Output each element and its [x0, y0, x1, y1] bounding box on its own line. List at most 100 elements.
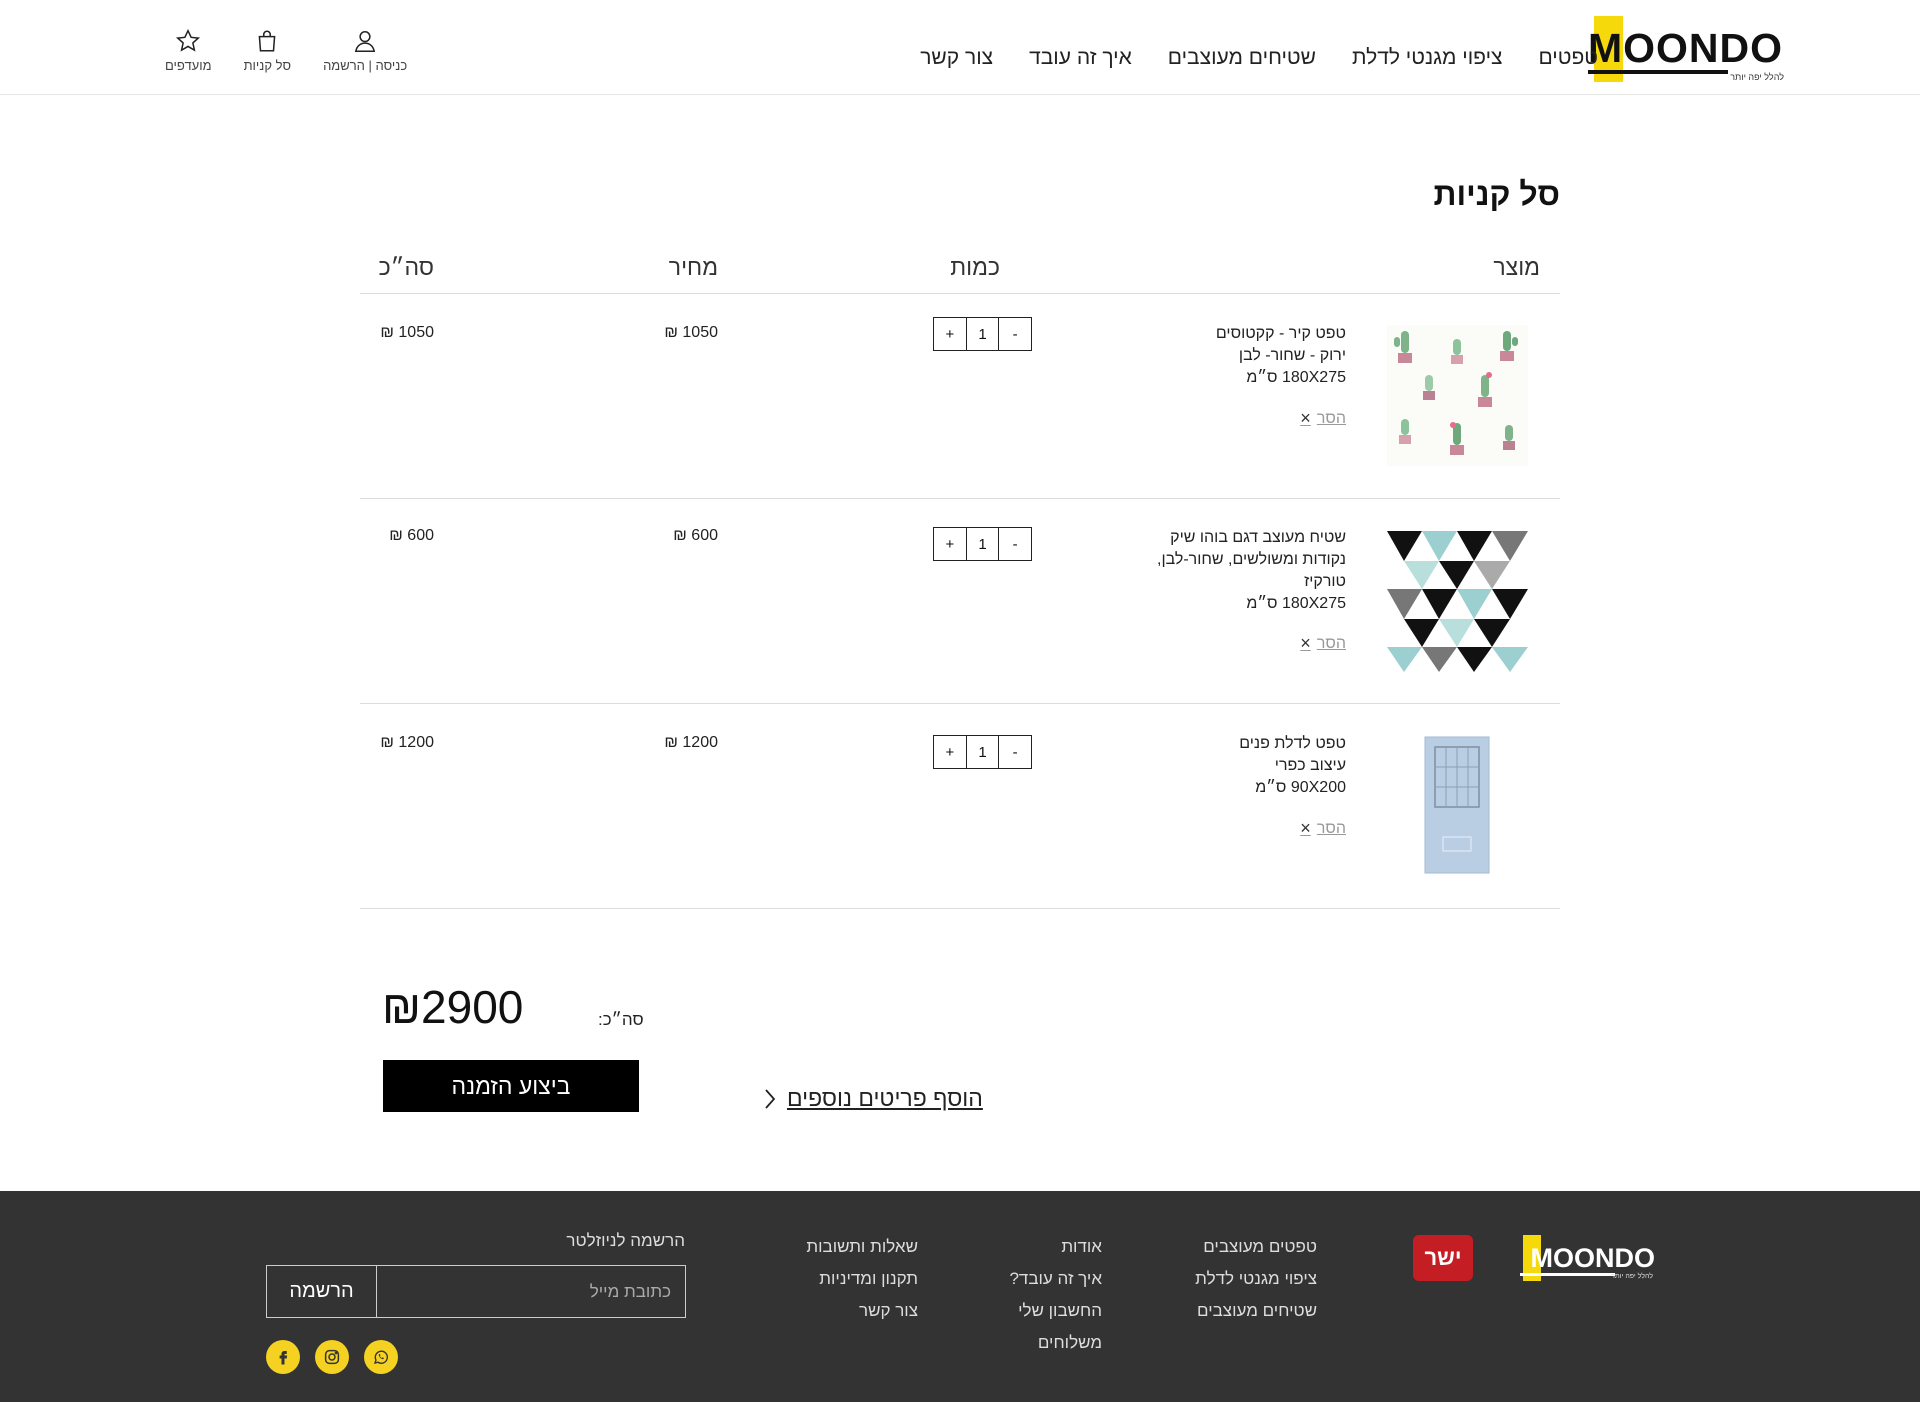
quantity-stepper: - 1 +: [933, 317, 1032, 351]
user-icon: [354, 31, 376, 53]
footer-link-wallpapers[interactable]: טפטים מעוצבים: [1195, 1231, 1317, 1263]
footer-logo-tagline: להלל יפה יותר: [1611, 1273, 1653, 1280]
newsletter-form: הרשמה: [266, 1265, 686, 1318]
facebook-link[interactable]: [266, 1340, 300, 1374]
product-info: טפט לדלת פנים עיצוב כפרי 90X200 ס״מ: [1239, 733, 1346, 799]
qty-plus-button[interactable]: +: [934, 736, 966, 768]
site-logo[interactable]: MOONDO להלל יפה יותר: [1580, 16, 1788, 82]
item-total: 600 ₪: [389, 527, 434, 544]
cart-label: סל קניות: [243, 58, 292, 73]
product-color: ירוק - שחור- לבן: [1238, 347, 1346, 364]
close-icon: ×: [1300, 633, 1311, 653]
star-icon: [176, 28, 201, 52]
site-header: MOONDO להלל יפה יותר טפטים ציפוי מגנטי ל…: [0, 0, 1920, 95]
footer-links-products: טפטים מעוצבים ציפוי מגנטי לדלת שטיחים מע…: [1195, 1231, 1317, 1327]
shopping-bag-icon: [258, 30, 276, 52]
order-total-value: ₪2900: [382, 981, 524, 1033]
footer-link-my-account[interactable]: החשבון שלי: [1009, 1295, 1102, 1327]
footer-link-terms[interactable]: תקנון ומדיניות: [806, 1263, 918, 1295]
order-total-label: סה״כ:: [598, 1010, 644, 1029]
continue-shopping-label: הוסף פריטים נוספים: [787, 1085, 983, 1111]
cart-row: טפט לדלת פנים עיצוב כפרי 90X200 ס״מ הסר …: [360, 704, 1560, 909]
product-color: נקודות ומשולשים, שחור-לבן,: [1157, 551, 1346, 568]
remove-label: הסר: [1316, 409, 1346, 427]
footer-link-about[interactable]: אודות: [1009, 1231, 1102, 1263]
qty-minus-button[interactable]: -: [999, 736, 1031, 768]
logo-underline: [1588, 70, 1728, 74]
chevron-right-icon: [765, 1088, 776, 1109]
product-image-rug: [1387, 531, 1528, 672]
product-info: טפט קיר - קקטוסים ירוק - שחור- לבן 180X2…: [1216, 323, 1346, 389]
footer-link-contact[interactable]: צור קשר: [806, 1295, 918, 1327]
remove-label: הסר: [1316, 819, 1346, 837]
item-price: 1200 ₪: [664, 734, 718, 751]
product-image-door: [1387, 735, 1528, 876]
whatsapp-icon: [373, 1350, 388, 1364]
newsletter-email-input[interactable]: [377, 1266, 685, 1317]
close-icon: ×: [1300, 818, 1311, 838]
continue-shopping-link[interactable]: הוסף פריטים נוספים: [763, 1085, 983, 1112]
cart-row: שטיח מעוצב דגם בוהו שיק נקודות ומשולשים,…: [360, 499, 1560, 704]
remove-item-button[interactable]: הסר ×: [1300, 408, 1346, 429]
nav-magnetic-door[interactable]: ציפוי מגנטי לדלת: [1352, 46, 1503, 70]
logo-wordmark: MOONDO: [1588, 25, 1784, 71]
product-style: עיצוב כפרי: [1274, 757, 1346, 774]
nav-wallpapers[interactable]: טפטים: [1538, 46, 1598, 70]
qty-value[interactable]: 1: [965, 528, 1000, 560]
column-price: מחיר: [668, 254, 718, 280]
quantity-stepper: - 1 +: [933, 735, 1032, 769]
footer-logo-wordmark: MOONDO: [1530, 1243, 1656, 1273]
qty-value[interactable]: 1: [965, 318, 1000, 350]
footer-link-shipping[interactable]: משלוחים: [1009, 1327, 1102, 1359]
newsletter-submit-button[interactable]: הרשמה: [267, 1266, 377, 1317]
page-title: סל קניות: [1433, 176, 1560, 212]
footer-links-support: שאלות ותשובות תקנון ומדיניות צור קשר: [806, 1231, 918, 1327]
footer-link-faq[interactable]: שאלות ותשובות: [806, 1231, 918, 1263]
israeli-product-badge: ישר: [1413, 1235, 1473, 1281]
product-name: טפט לדלת פנים: [1239, 735, 1346, 752]
column-total: סה״כ: [378, 254, 434, 280]
logo-tagline: להלל יפה יותר: [1730, 72, 1784, 82]
qty-plus-button[interactable]: +: [934, 318, 966, 350]
nav-how-it-works[interactable]: איך זה עובד: [1029, 46, 1132, 70]
instagram-icon: [324, 1349, 340, 1365]
cart-link[interactable]: סל קניות: [243, 28, 292, 73]
product-info: שטיח מעוצב דגם בוהו שיק נקודות ומשולשים,…: [1157, 527, 1346, 615]
nav-contact[interactable]: צור קשר: [920, 46, 993, 70]
remove-item-button[interactable]: הסר ×: [1300, 818, 1346, 839]
product-name: טפט קיר - קקטוסים: [1215, 325, 1346, 342]
footer-links-info: אודות איך זה עובד? החשבון שלי משלוחים: [1009, 1231, 1102, 1359]
qty-minus-button[interactable]: -: [999, 318, 1031, 350]
instagram-link[interactable]: [315, 1340, 349, 1374]
whatsapp-link[interactable]: [364, 1340, 398, 1374]
item-total: 1050 ₪: [380, 324, 434, 341]
favorites-link[interactable]: מועדפים: [165, 28, 212, 73]
favorites-label: מועדפים: [165, 58, 212, 73]
cart-table-header: מוצר כמות מחיר סה״כ: [360, 250, 1560, 294]
checkout-button[interactable]: ביצוע הזמנה: [383, 1060, 639, 1112]
door-wrap: [1424, 736, 1490, 874]
item-price: 1050 ₪: [664, 324, 718, 341]
product-name: שטיח מעוצב דגם בוהו שיק: [1170, 529, 1346, 546]
quantity-stepper: - 1 +: [933, 527, 1032, 561]
remove-item-button[interactable]: הסר ×: [1300, 633, 1346, 654]
product-size: 180X275 ס״מ: [1246, 595, 1346, 612]
footer-link-rugs[interactable]: שטיחים מעוצבים: [1195, 1295, 1317, 1327]
qty-minus-button[interactable]: -: [999, 528, 1031, 560]
cart-row: טפט קיר - קקטוסים ירוק - שחור- לבן 180X2…: [360, 294, 1560, 499]
footer-link-how-it-works[interactable]: איך זה עובד?: [1009, 1263, 1102, 1295]
footer-logo-underline: [1520, 1273, 1615, 1276]
item-total: 1200 ₪: [380, 734, 434, 751]
product-color-2: טורקיז: [1304, 573, 1346, 590]
footer-link-magnetic-door[interactable]: ציפוי מגנטי לדלת: [1195, 1263, 1317, 1295]
qty-plus-button[interactable]: +: [934, 528, 966, 560]
qty-value[interactable]: 1: [965, 736, 1000, 768]
product-image-cactus: [1387, 325, 1528, 466]
remove-label: הסר: [1316, 634, 1346, 652]
product-size: 180X275 ס״מ: [1246, 369, 1346, 386]
login-link[interactable]: כניסה | הרשמה: [323, 28, 407, 73]
nav-rugs[interactable]: שטיחים מעוצבים: [1168, 46, 1316, 70]
column-quantity: כמות: [950, 254, 1000, 280]
item-price: 600 ₪: [673, 527, 718, 544]
footer-logo[interactable]: MOONDO להלל יפה יותר: [1515, 1235, 1655, 1281]
